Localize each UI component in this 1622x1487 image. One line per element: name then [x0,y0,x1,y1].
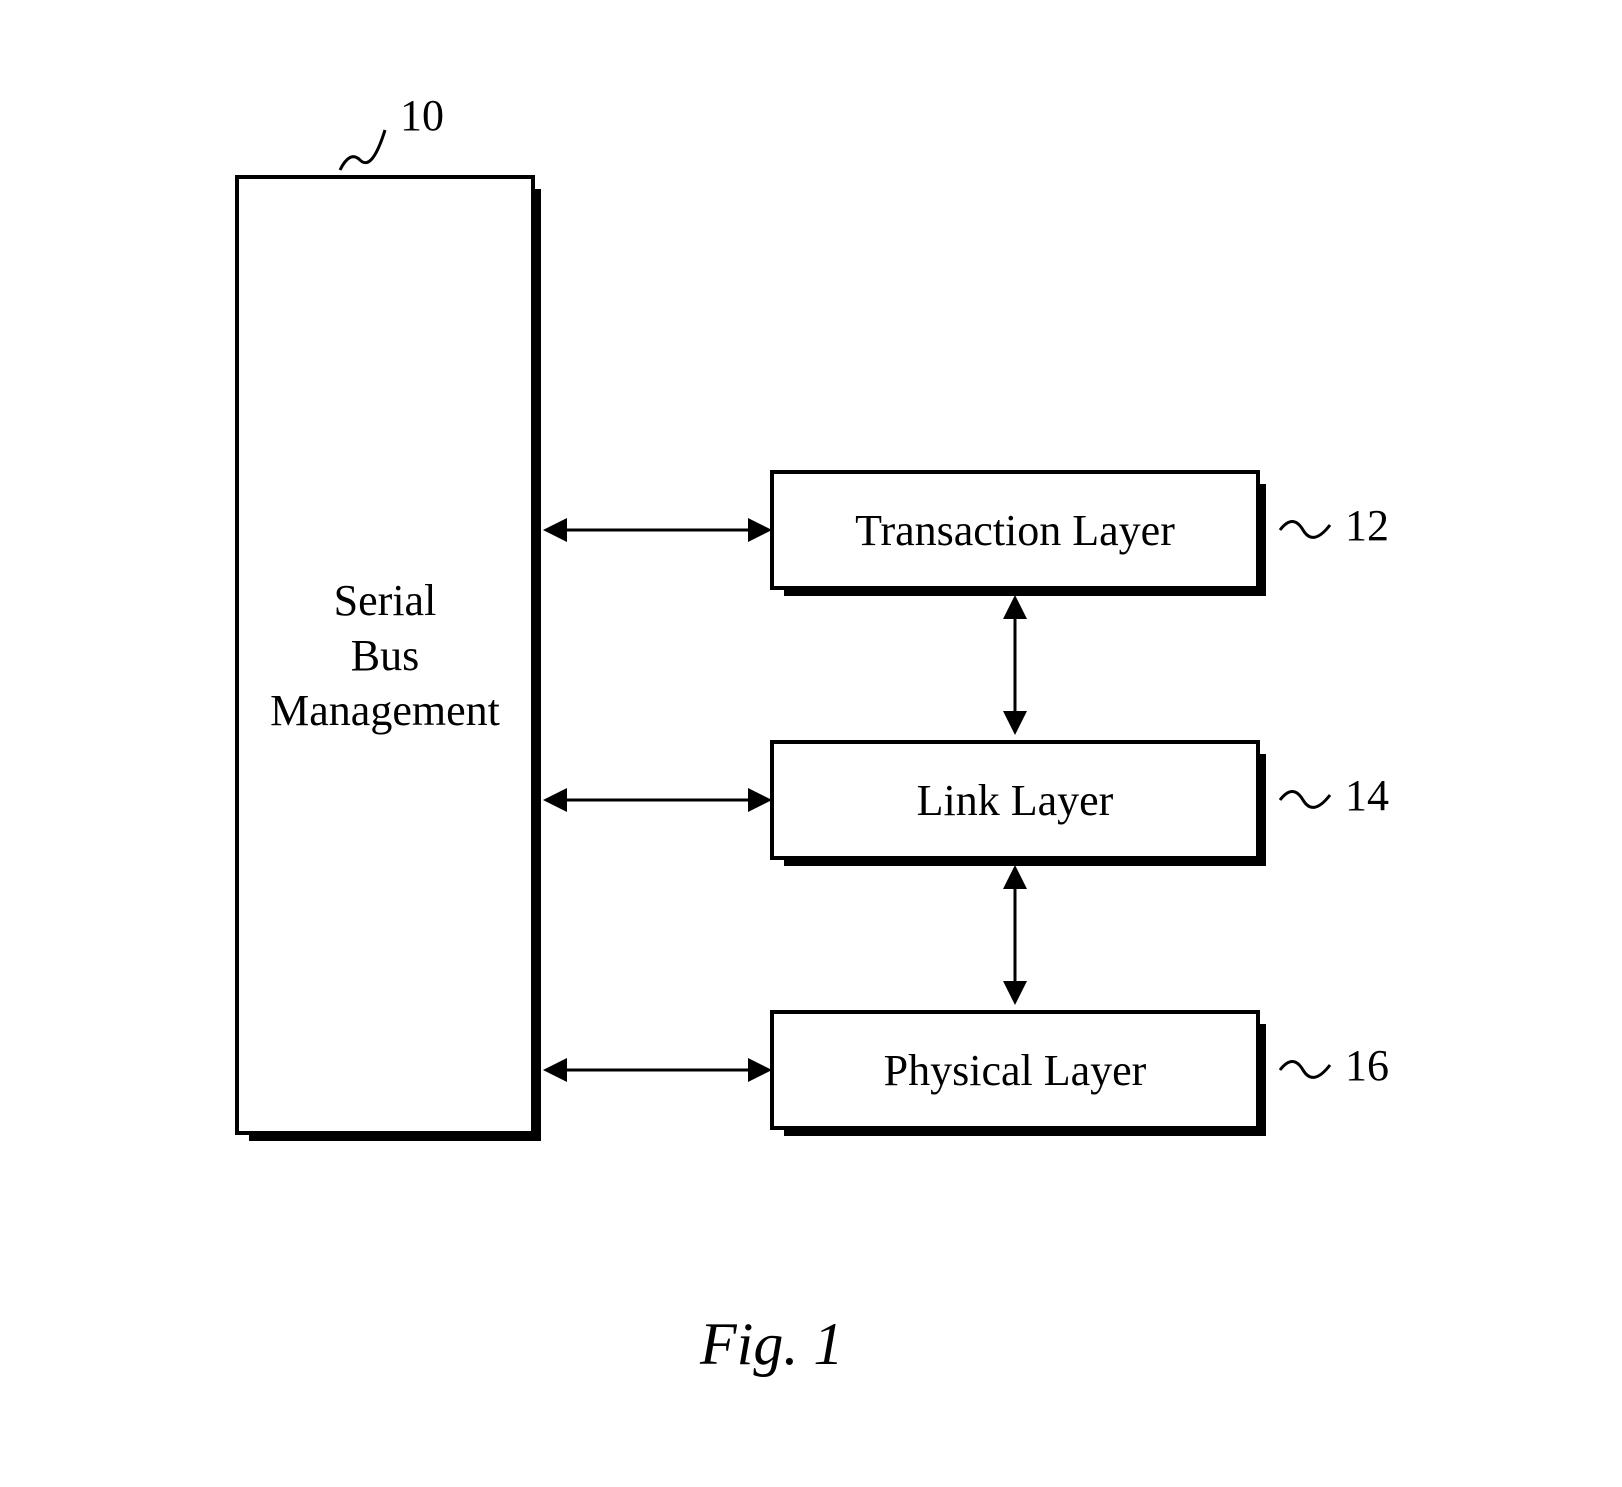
transaction-layer-label: Transaction Layer [855,503,1175,558]
arrow-link-physical [1000,865,1030,1005]
physical-layer-label: Physical Layer [884,1043,1147,1098]
arrow-sbm-transaction [545,515,770,545]
squiggle-ref-10 [330,120,390,180]
transaction-layer-box: Transaction Layer [770,470,1260,590]
squiggle-ref-14 [1275,775,1335,835]
arrow-sbm-physical [545,1055,770,1085]
ref-12: 12 [1345,500,1389,551]
physical-layer-box: Physical Layer [770,1010,1260,1130]
ref-10: 10 [400,90,444,141]
serial-bus-management-label: Serial Bus Management [270,573,500,738]
arrow-transaction-link [1000,595,1030,735]
ref-14: 14 [1345,770,1389,821]
link-layer-label: Link Layer [917,773,1114,828]
figure-caption: Fig. 1 [700,1310,843,1379]
squiggle-ref-12 [1275,505,1335,565]
ref-16: 16 [1345,1040,1389,1091]
serial-bus-management-box: Serial Bus Management [235,175,535,1135]
link-layer-box: Link Layer [770,740,1260,860]
squiggle-ref-16 [1275,1045,1335,1105]
arrow-sbm-link [545,785,770,815]
